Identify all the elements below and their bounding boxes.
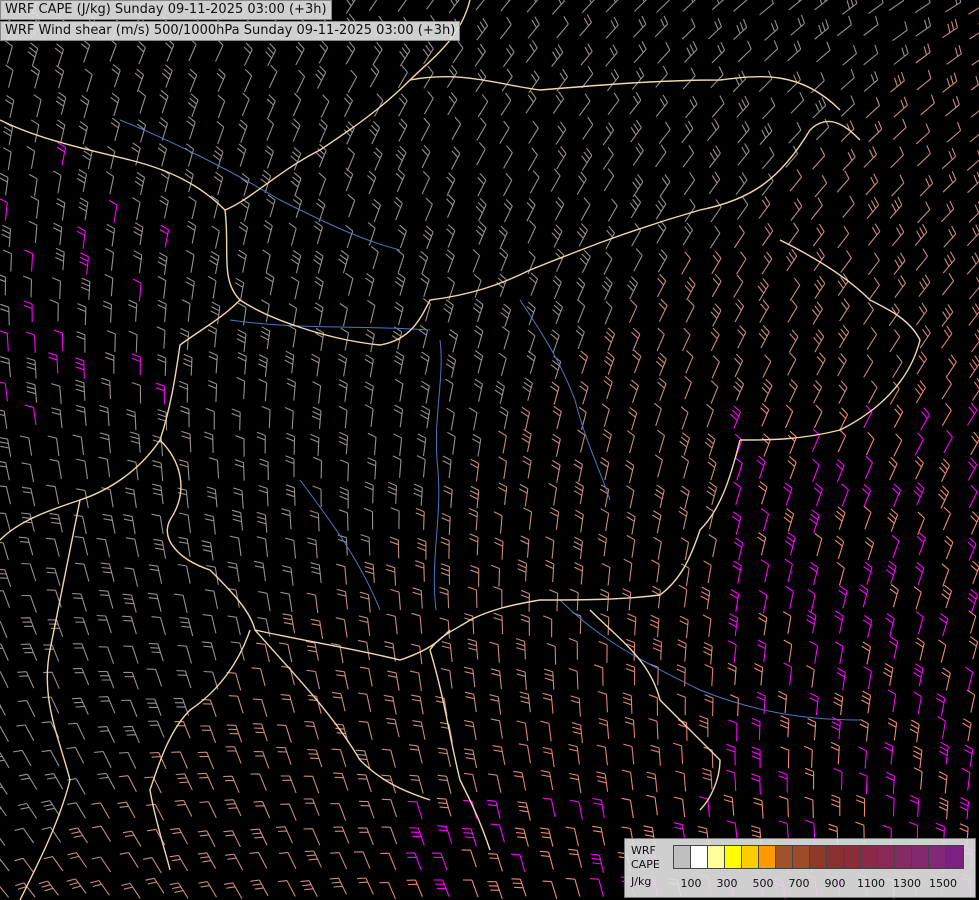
legend-swatch	[674, 846, 691, 868]
legend-swatch	[691, 846, 708, 868]
legend-tick: 700	[788, 877, 810, 890]
legend-tick: 1100	[857, 877, 885, 890]
legend-tick: 1300	[893, 877, 921, 890]
legend-tick: 300	[716, 877, 738, 890]
legend-swatch	[725, 846, 742, 868]
legend-swatch	[827, 846, 844, 868]
shear-title: WRF Wind shear (m/s) 500/1000hPa Sunday …	[0, 21, 461, 41]
legend-swatch	[708, 846, 725, 868]
legend-swatch	[895, 846, 912, 868]
legend-tick: 100	[680, 877, 702, 890]
legend-swatch	[844, 846, 861, 868]
legend-tick: 900	[824, 877, 846, 890]
legend-swatch	[946, 846, 963, 868]
legend-line-3: J/kg	[631, 875, 652, 888]
legend-tick: 1500	[929, 877, 957, 890]
legend-swatch	[742, 846, 759, 868]
legend-swatch	[861, 846, 878, 868]
legend-swatch	[810, 846, 827, 868]
legend-tick: 500	[752, 877, 774, 890]
legend-swatch	[929, 846, 946, 868]
wind-shear-map	[0, 0, 979, 900]
legend-swatch	[878, 846, 895, 868]
legend-swatches	[673, 845, 964, 869]
legend-line-1: WRF	[631, 844, 656, 857]
cape-title: WRF CAPE (J/kg) Sunday 09-11-2025 03:00 …	[0, 0, 332, 20]
legend-swatch	[912, 846, 929, 868]
cape-legend: WRF CAPE J/kg 100 300 500 700 900 1100 1300 150…	[624, 838, 976, 898]
legend-line-2: CAPE	[631, 858, 660, 871]
legend-swatch	[776, 846, 793, 868]
legend-swatch	[759, 846, 776, 868]
legend-swatch	[793, 846, 810, 868]
